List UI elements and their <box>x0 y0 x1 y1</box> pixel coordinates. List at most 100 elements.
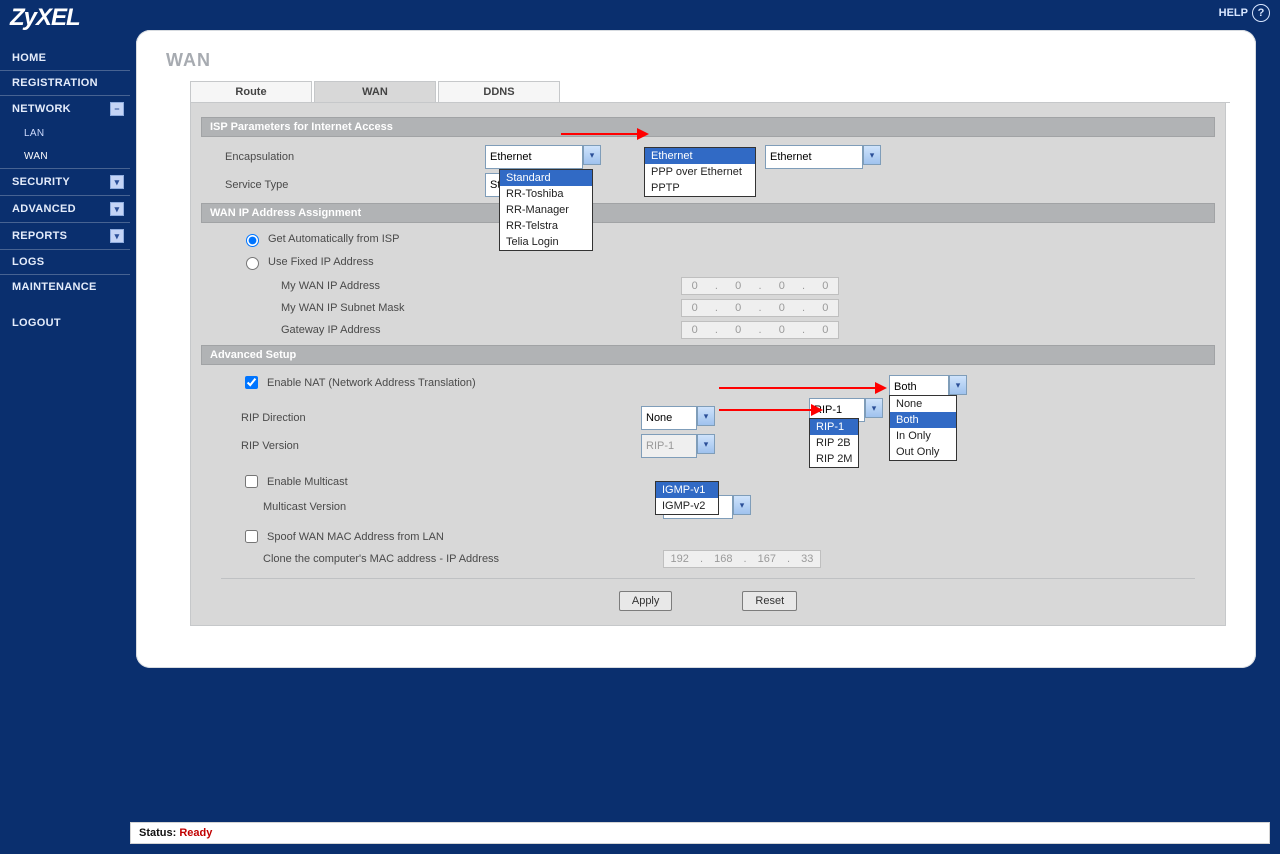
help-label: HELP <box>1219 7 1248 19</box>
expand-icon[interactable]: ▾ <box>110 229 124 243</box>
rip-version-dropdown[interactable]: RIP-1 RIP 2B RIP 2M <box>809 418 859 468</box>
tab-wan[interactable]: WAN <box>314 81 436 102</box>
option-both[interactable]: Both <box>890 412 956 428</box>
subnet-input[interactable]: 0. 0. 0. 0 <box>681 299 839 317</box>
ip-octet: 0 <box>692 302 698 314</box>
brand-logo: ZyXEL <box>0 0 1280 36</box>
sidebar-item-wan[interactable]: WAN <box>0 145 130 168</box>
tab-ddns[interactable]: DDNS <box>438 81 560 102</box>
section-wanip: WAN IP Address Assignment <box>201 203 1215 223</box>
ip-octet: 192 <box>671 553 689 565</box>
wan-ip-input[interactable]: 0. 0. 0. 0 <box>681 277 839 295</box>
sidebar-label: NETWORK <box>12 103 71 115</box>
status-bar: Status: Ready <box>130 822 1270 844</box>
sidebar-label: HOME <box>12 52 46 64</box>
label-my-wan-ip: My WAN IP Address <box>201 280 681 292</box>
sidebar-item-advanced[interactable]: ADVANCED▾ <box>0 195 130 222</box>
encapsulation-popup-select[interactable] <box>765 145 863 169</box>
chevron-down-icon: ▾ <box>697 434 715 454</box>
label-rip-version: RIP Version <box>201 440 641 452</box>
encapsulation-select[interactable] <box>485 145 583 169</box>
gateway-input[interactable]: 0. 0. 0. 0 <box>681 321 839 339</box>
option-pptp[interactable]: PPTP <box>645 180 755 196</box>
main-panel: WAN Route WAN DDNS ISP Parameters for In… <box>136 30 1256 668</box>
ip-octet: 33 <box>801 553 813 565</box>
ip-octet: 0 <box>735 324 741 336</box>
collapse-icon[interactable]: − <box>110 102 124 116</box>
reset-button[interactable]: Reset <box>742 591 797 611</box>
tab-route[interactable]: Route <box>190 81 312 102</box>
ip-octet: 0 <box>692 280 698 292</box>
option-inonly[interactable]: In Only <box>890 428 956 444</box>
option-standard[interactable]: Standard <box>500 170 592 186</box>
sidebar-item-security[interactable]: SECURITY▾ <box>0 168 130 195</box>
ip-octet: 0 <box>779 280 785 292</box>
encapsulation-dropdown[interactable]: Ethernet PPP over Ethernet PPTP <box>644 147 756 197</box>
checkbox-spoof-mac[interactable]: Spoof WAN MAC Address from LAN <box>241 527 444 546</box>
option-pppoe[interactable]: PPP over Ethernet <box>645 164 755 180</box>
option-rr-toshiba[interactable]: RR-Toshiba <box>500 186 592 202</box>
checkbox-nat-input[interactable] <box>245 376 258 389</box>
checkbox-spoof-mac-input[interactable] <box>245 530 258 543</box>
option-rr-telstra[interactable]: RR-Telstra <box>500 218 592 234</box>
arrow-encapsulation <box>561 133 647 135</box>
ip-octet: 0 <box>822 302 828 314</box>
sidebar-item-reports[interactable]: REPORTS ▾ <box>0 222 130 249</box>
chevron-down-icon[interactable]: ▾ <box>733 495 751 515</box>
sidebar-label: LAN <box>24 128 44 139</box>
option-none[interactable]: None <box>890 396 956 412</box>
sidebar-item-logout[interactable]: LOGOUT <box>0 311 130 335</box>
radio-use-fixed[interactable]: Use Fixed IP Address <box>241 254 374 270</box>
sidebar-item-lan[interactable]: LAN <box>0 122 130 145</box>
sidebar-item-maintenance[interactable]: MAINTENANCE <box>0 274 130 299</box>
option-rip2b[interactable]: RIP 2B <box>810 435 858 451</box>
status-value: Ready <box>179 827 212 839</box>
ip-octet: 0 <box>822 324 828 336</box>
expand-icon[interactable]: ▾ <box>110 175 124 189</box>
checkbox-nat[interactable]: Enable NAT (Network Address Translation) <box>241 373 476 392</box>
option-rr-manager[interactable]: RR-Manager <box>500 202 592 218</box>
label-clone-mac: Clone the computer's MAC address - IP Ad… <box>201 553 663 565</box>
option-igmpv1[interactable]: IGMP-v1 <box>656 482 718 498</box>
apply-button[interactable]: Apply <box>619 591 673 611</box>
option-ethernet[interactable]: Ethernet <box>645 148 755 164</box>
label-use-fixed: Use Fixed IP Address <box>268 256 374 268</box>
chevron-down-icon[interactable]: ▾ <box>863 145 881 165</box>
sidebar-label: REGISTRATION <box>12 77 98 89</box>
option-outonly[interactable]: Out Only <box>890 444 956 460</box>
rip-direction-select[interactable] <box>641 406 697 430</box>
service-type-dropdown[interactable]: Standard RR-Toshiba RR-Manager RR-Telstr… <box>499 169 593 251</box>
sidebar-label: REPORTS <box>12 230 67 242</box>
sidebar-item-home[interactable]: HOME <box>0 46 130 70</box>
radio-get-auto-input[interactable] <box>246 234 259 247</box>
chevron-down-icon[interactable]: ▾ <box>865 398 883 418</box>
option-rip2m[interactable]: RIP 2M <box>810 451 858 467</box>
multicast-dropdown[interactable]: IGMP-v1 IGMP-v2 <box>655 481 719 515</box>
option-telia-login[interactable]: Telia Login <box>500 234 592 250</box>
checkbox-multicast-input[interactable] <box>245 475 258 488</box>
sidebar-item-logs[interactable]: LOGS <box>0 249 130 274</box>
expand-icon[interactable]: ▾ <box>110 202 124 216</box>
sidebar-label: MAINTENANCE <box>12 281 97 293</box>
help-link[interactable]: HELP ? <box>1219 4 1270 22</box>
option-igmpv2[interactable]: IGMP-v2 <box>656 498 718 514</box>
radio-use-fixed-input[interactable] <box>246 257 259 270</box>
sidebar-label: WAN <box>24 151 48 162</box>
chevron-down-icon[interactable]: ▾ <box>697 406 715 426</box>
sidebar-item-network[interactable]: NETWORK − <box>0 95 130 122</box>
label-encapsulation: Encapsulation <box>201 151 485 163</box>
ip-octet: 0 <box>735 280 741 292</box>
label-multicast: Enable Multicast <box>267 476 348 488</box>
rip-direction-dropdown[interactable]: None Both In Only Out Only <box>889 395 957 461</box>
radio-get-auto[interactable]: Get Automatically from ISP <box>241 231 399 247</box>
option-rip1[interactable]: RIP-1 <box>810 419 858 435</box>
chevron-down-icon[interactable]: ▾ <box>949 375 967 395</box>
label-gateway: Gateway IP Address <box>201 324 681 336</box>
checkbox-multicast[interactable]: Enable Multicast <box>241 472 348 491</box>
label-rip-direction: RIP Direction <box>201 412 641 424</box>
sidebar-item-registration[interactable]: REGISTRATION <box>0 70 130 95</box>
chevron-down-icon[interactable]: ▾ <box>583 145 601 165</box>
label-nat: Enable NAT (Network Address Translation) <box>267 377 476 389</box>
label-service-type: Service Type <box>201 179 485 191</box>
clone-ip-input[interactable]: 192. 168. 167. 33 <box>663 550 821 568</box>
